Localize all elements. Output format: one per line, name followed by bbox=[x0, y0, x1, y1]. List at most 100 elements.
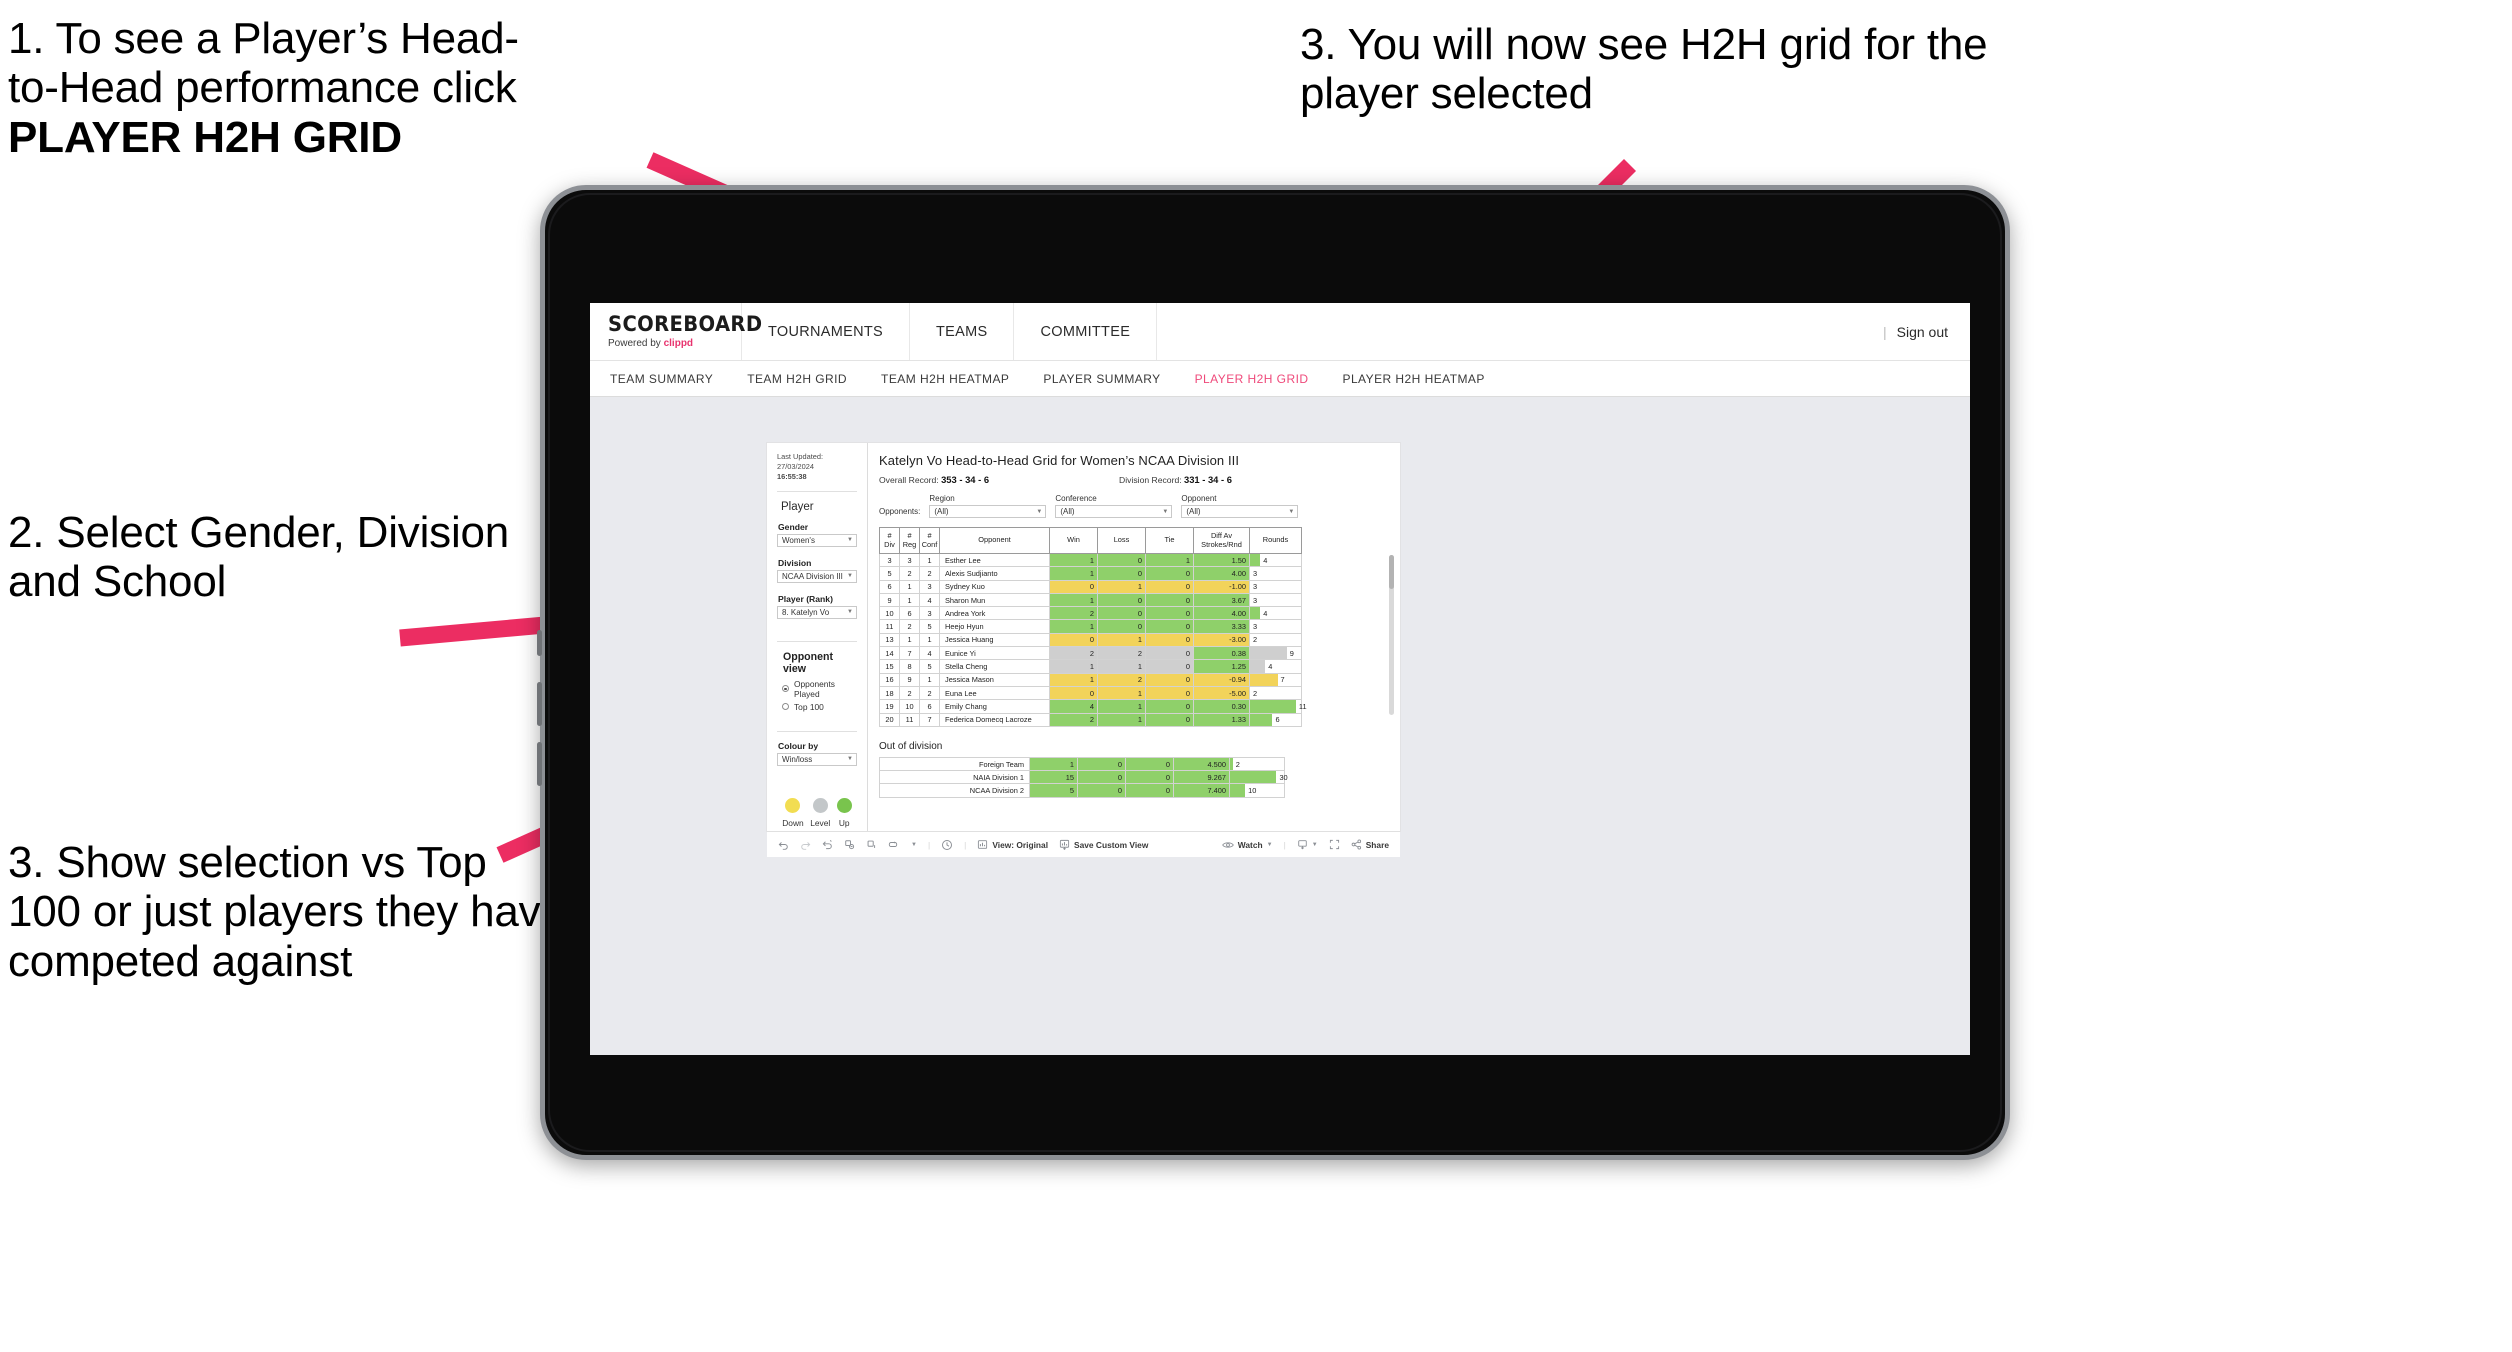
legend-label-down: Down bbox=[782, 817, 804, 828]
cell-loss: 0 bbox=[1097, 552, 1146, 568]
table-row[interactable]: 9 1 4 Sharon Mun 1 0 0 3.67 3 bbox=[879, 592, 1302, 608]
chevron-down-icon[interactable]: ▼ bbox=[1312, 842, 1318, 848]
view-original-button[interactable]: View: Original bbox=[977, 839, 1048, 850]
table-row[interactable]: 15 8 5 Stella Cheng 1 1 0 1.25 4 bbox=[879, 659, 1302, 674]
table-row[interactable]: 19 10 6 Emily Chang 4 1 0 0.30 11 bbox=[879, 699, 1307, 714]
chevron-down-icon: ▼ bbox=[847, 609, 853, 616]
legend-item-level: Level bbox=[810, 797, 830, 828]
opponent-filter-region-select[interactable]: (All) ▼ bbox=[929, 505, 1047, 518]
device-button-power[interactable] bbox=[537, 630, 542, 656]
table-row[interactable]: 18 2 2 Euna Lee 0 1 0 -5.00 2 bbox=[879, 685, 1302, 701]
cell-div: 10 bbox=[879, 606, 900, 621]
tab-team-h2h-grid[interactable]: TEAM H2H GRID bbox=[747, 372, 847, 386]
cell-rounds: 4 bbox=[1249, 659, 1302, 674]
visualization-card: Last Updated: 27/03/2024 16:55:38 Player… bbox=[767, 443, 1400, 831]
refresh-icon[interactable] bbox=[844, 839, 855, 850]
cell-reg: 6 bbox=[899, 606, 920, 621]
cell-loss: 0 bbox=[1077, 770, 1126, 785]
filter-division: Division NCAA Division III ▼ bbox=[777, 558, 857, 583]
table-row[interactable]: 20 11 7 Federica Domecq Lacroze 2 1 0 1.33 6 bbox=[879, 712, 1302, 727]
table-row[interactable]: 10 6 3 Andrea York 2 0 0 4.00 4 bbox=[879, 606, 1302, 621]
opponent-filter-conference-select[interactable]: (All) ▼ bbox=[1055, 505, 1173, 518]
cell-win: 2 bbox=[1049, 712, 1098, 727]
table-row[interactable]: NCAA Division 2 5 0 0 7.400 10 bbox=[879, 783, 1285, 798]
legend-dot-up bbox=[836, 797, 852, 813]
cell-win: 1 bbox=[1029, 756, 1078, 772]
cell-reg: 11 bbox=[899, 712, 920, 727]
brand-logo[interactable]: SCOREBOARD Powered by clippd bbox=[590, 303, 763, 360]
cell-reg: 3 bbox=[899, 552, 920, 568]
topnav-item-teams[interactable]: TEAMS bbox=[910, 303, 1015, 360]
chevron-down-icon: ▼ bbox=[847, 537, 853, 544]
alert-clock-icon[interactable] bbox=[941, 839, 953, 851]
chevron-down-icon[interactable]: ▼ bbox=[911, 842, 917, 848]
filter-player-select[interactable]: 8. Katelyn Vo ▼ bbox=[777, 605, 857, 619]
radio-top-100[interactable]: Top 100 bbox=[782, 702, 857, 712]
cell-tie: 0 bbox=[1145, 646, 1194, 661]
cell-win: 15 bbox=[1029, 770, 1078, 785]
tab-player-h2h-grid[interactable]: PLAYER H2H GRID bbox=[1195, 372, 1309, 386]
table-row[interactable]: Foreign Team 1 0 0 4.500 2 bbox=[879, 756, 1285, 772]
col-diff-av-strokes: Diff Av Strokes/Rnd bbox=[1193, 527, 1250, 554]
table-row[interactable]: NAIA Division 1 15 0 0 9.267 30 bbox=[879, 770, 1288, 785]
legend-dot-down bbox=[785, 797, 801, 813]
opponent-view-title: Opponent view bbox=[783, 650, 834, 675]
rectangle-select-icon[interactable] bbox=[888, 839, 900, 850]
save-custom-view-button[interactable]: Save Custom View bbox=[1059, 839, 1148, 850]
topnav-item-tournaments[interactable]: TOURNAMENTS bbox=[742, 303, 911, 360]
download-button[interactable]: ▼ bbox=[1297, 839, 1318, 850]
col-win: Win bbox=[1049, 527, 1098, 554]
cell-rounds: 3 bbox=[1249, 619, 1302, 634]
cell-win: 1 bbox=[1049, 552, 1098, 568]
colour-by-select[interactable]: Win/loss ▼ bbox=[777, 752, 857, 766]
cell-loss: 1 bbox=[1097, 632, 1146, 648]
cell-category: NCAA Division 2 bbox=[879, 783, 1030, 798]
table-row[interactable]: 13 1 1 Jessica Huang 0 1 0 -3.00 2 bbox=[879, 632, 1302, 648]
chevron-down-icon[interactable]: ▼ bbox=[1267, 842, 1273, 848]
device-button-volume-up[interactable] bbox=[537, 682, 542, 726]
watch-button[interactable]: Watch ▼ bbox=[1221, 840, 1273, 850]
cell-tie: 0 bbox=[1145, 659, 1194, 674]
sign-out-link[interactable]: Sign out bbox=[1897, 324, 1948, 340]
grid-scrollbar[interactable] bbox=[1389, 555, 1394, 715]
brand-subtitle: Powered by clippd bbox=[608, 338, 741, 349]
pause-icon[interactable] bbox=[866, 839, 877, 850]
cell-diff-av-strokes: 4.500 bbox=[1173, 756, 1230, 772]
tab-player-h2h-heatmap[interactable]: PLAYER H2H HEATMAP bbox=[1342, 372, 1484, 386]
radio-opponents-played[interactable]: Opponents Played bbox=[782, 679, 857, 699]
undo-icon[interactable] bbox=[778, 839, 789, 850]
filter-gender-select[interactable]: Women's ▼ bbox=[777, 533, 857, 547]
brand-title: SCOREBOARD bbox=[608, 312, 763, 336]
table-row[interactable]: 11 2 5 Heejo Hyun 1 0 0 3.33 3 bbox=[879, 619, 1302, 634]
table-row[interactable]: 5 2 2 Alexis Sudjianto 1 0 0 4.00 3 bbox=[879, 566, 1302, 581]
opponent-filter-opponent-value: (All) bbox=[1186, 507, 1201, 516]
opponent-filter-opponent-select[interactable]: (All) ▼ bbox=[1181, 505, 1299, 518]
share-button[interactable]: Share bbox=[1351, 839, 1389, 850]
cell-diff-av-strokes: 3.67 bbox=[1193, 592, 1250, 608]
cell-win: 4 bbox=[1049, 699, 1098, 714]
grid-scrollbar-thumb[interactable] bbox=[1389, 555, 1394, 589]
table-row[interactable]: 16 9 1 Jessica Mason 1 2 0 -0.94 7 bbox=[879, 672, 1302, 687]
cell-rounds: 2 bbox=[1229, 756, 1285, 772]
tab-team-summary[interactable]: TEAM SUMMARY bbox=[610, 372, 713, 386]
tablet-device: SCOREBOARD Powered by clippd TOURNAMENTS… bbox=[537, 185, 2010, 1160]
cell-win: 1 bbox=[1049, 592, 1098, 608]
topnav-item-committee[interactable]: COMMITTEE bbox=[1014, 303, 1158, 360]
division-record-label: Division Record: bbox=[1119, 475, 1184, 485]
annotation-1-line1: 1. To see a Player’s Head- bbox=[8, 14, 519, 63]
table-row[interactable]: 14 7 4 Eunice Yi 2 2 0 0.38 9 bbox=[879, 646, 1302, 661]
out-of-division-table: Foreign Team 1 0 0 4.500 2 NAIA Division 1 15 0 0… bbox=[879, 756, 1288, 798]
legend-dot-level bbox=[812, 797, 828, 813]
device-button-volume-down[interactable] bbox=[537, 742, 542, 786]
redo-icon[interactable] bbox=[800, 839, 811, 850]
filter-division-select[interactable]: NCAA Division III ▼ bbox=[777, 569, 857, 583]
cell-conf: 1 bbox=[919, 672, 940, 687]
revert-icon[interactable] bbox=[822, 839, 833, 850]
fullscreen-icon[interactable] bbox=[1329, 839, 1340, 850]
tab-player-summary[interactable]: PLAYER SUMMARY bbox=[1043, 372, 1160, 386]
table-row[interactable]: 3 3 1 Esther Lee 1 0 1 1.50 4 bbox=[879, 552, 1302, 568]
tab-team-h2h-heatmap[interactable]: TEAM H2H HEATMAP bbox=[881, 372, 1009, 386]
cell-category: NAIA Division 1 bbox=[879, 770, 1030, 785]
toolbar-divider-1: | bbox=[927, 839, 931, 850]
table-row[interactable]: 6 1 3 Sydney Kuo 0 1 0 -1.00 3 bbox=[879, 579, 1302, 594]
